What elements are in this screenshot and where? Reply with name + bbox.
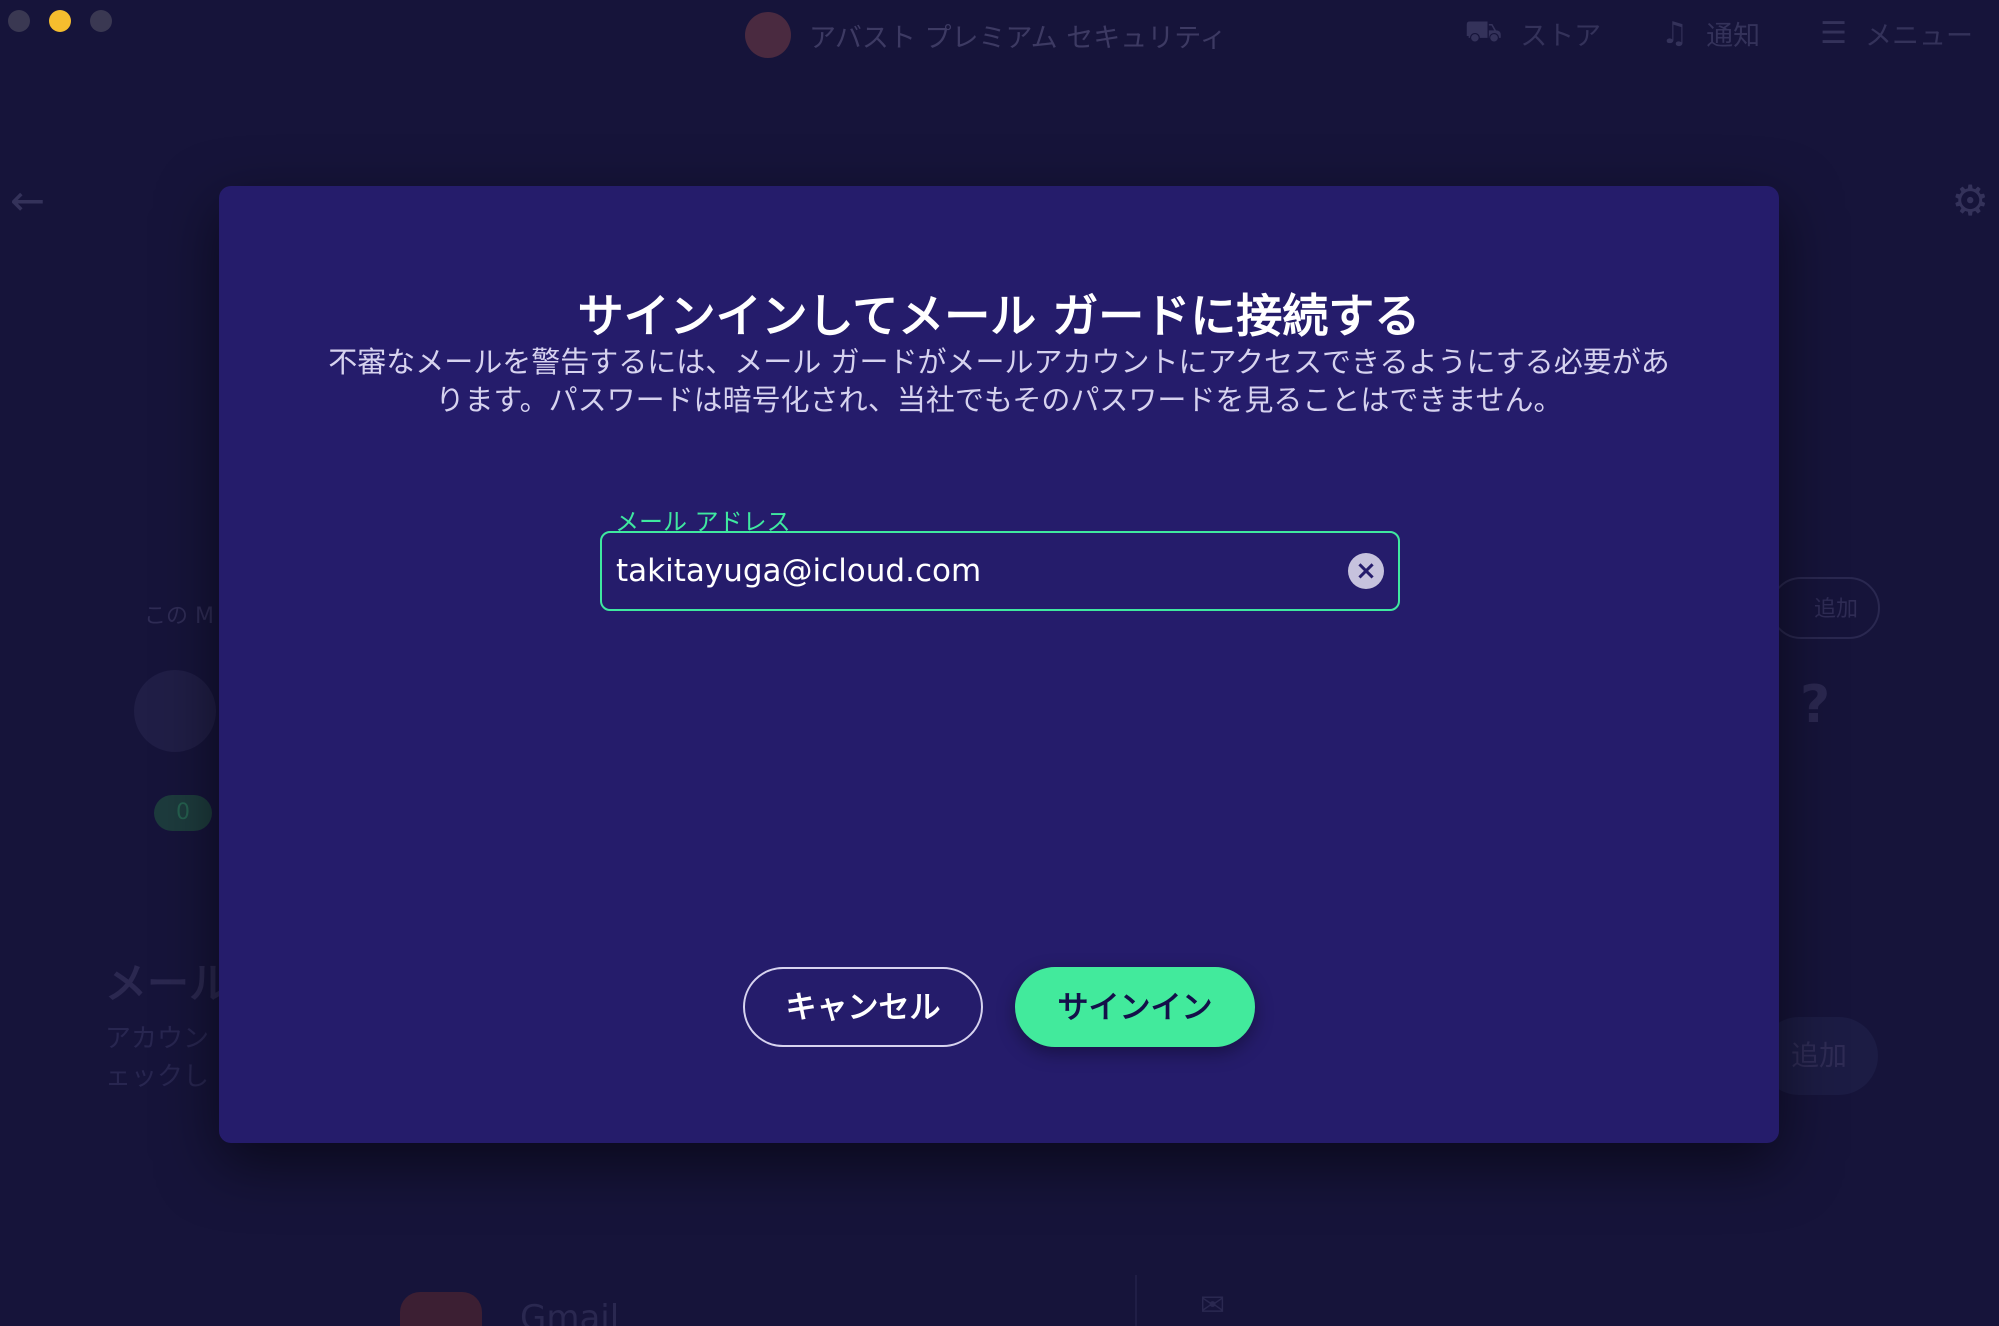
bg-add-button[interactable]: 追加: [1770, 577, 1880, 639]
envelope-icon: ✉: [1200, 1288, 1226, 1323]
top-bar: アバスト プレミアム セキュリティ ⛟ ストア ♫ 通知 ☰ メニュー: [0, 0, 1999, 66]
help-icon[interactable]: ?: [1800, 675, 1830, 735]
gear-icon[interactable]: ⚙: [1951, 176, 1989, 225]
hamburger-menu-icon: ☰: [1820, 16, 1847, 51]
app-title-text: アバスト プレミアム セキュリティ: [809, 22, 1227, 54]
app-title: アバスト プレミアム セキュリティ: [745, 12, 1227, 58]
email-field[interactable]: ×: [600, 531, 1400, 611]
bg-divider: [1135, 1275, 1137, 1326]
cart-icon: ⛟: [1464, 14, 1503, 49]
bg-gmail-label: Gmail: [520, 1298, 620, 1326]
bg-section-desc-line: アカウン: [105, 1024, 210, 1054]
cancel-button[interactable]: キャンセル: [743, 967, 983, 1047]
nav-store[interactable]: ⛟ ストア: [1464, 14, 1601, 53]
nav-store-label: ストア: [1520, 21, 1602, 52]
bg-section-title: メール: [105, 959, 232, 1008]
gmail-logo-icon: [400, 1292, 482, 1326]
bg-counter-badge: 0: [154, 795, 212, 831]
dialog-description: 不審なメールを警告するには、メール ガードがメールアカウントにアクセスできるよう…: [328, 345, 1670, 417]
clear-icon[interactable]: ×: [1348, 553, 1384, 589]
nav-notifications[interactable]: ♫ 通知: [1661, 14, 1760, 53]
bg-section-desc: アカウン ェックし: [105, 1020, 225, 1096]
app-window: アバスト プレミアム セキュリティ ⛟ ストア ♫ 通知 ☰ メニュー ← ⚙ …: [0, 0, 1999, 1326]
nav-menu-label: メニュー: [1865, 21, 1973, 52]
bg-mail-circle-icon: [134, 670, 216, 752]
sign-in-dialog: サインインしてメール ガードに接続する 不審なメールを警告するには、メール ガー…: [219, 186, 1779, 1143]
nav-menu[interactable]: ☰ メニュー: [1820, 14, 1973, 53]
email-input[interactable]: [616, 533, 1316, 609]
bell-icon: ♫: [1661, 16, 1689, 51]
nav-notifications-label: 通知: [1706, 21, 1761, 52]
back-arrow-icon[interactable]: ←: [10, 176, 45, 225]
top-nav: ⛟ ストア ♫ 通知 ☰ メニュー: [1464, 14, 1973, 53]
bg-small-label: この M: [144, 604, 214, 629]
bg-section-desc-line: ェックし: [105, 1062, 210, 1092]
dialog-title: サインインしてメール ガードに接続する: [577, 289, 1421, 343]
avast-logo-icon: [745, 12, 791, 58]
sign-in-button[interactable]: サインイン: [1015, 967, 1255, 1047]
